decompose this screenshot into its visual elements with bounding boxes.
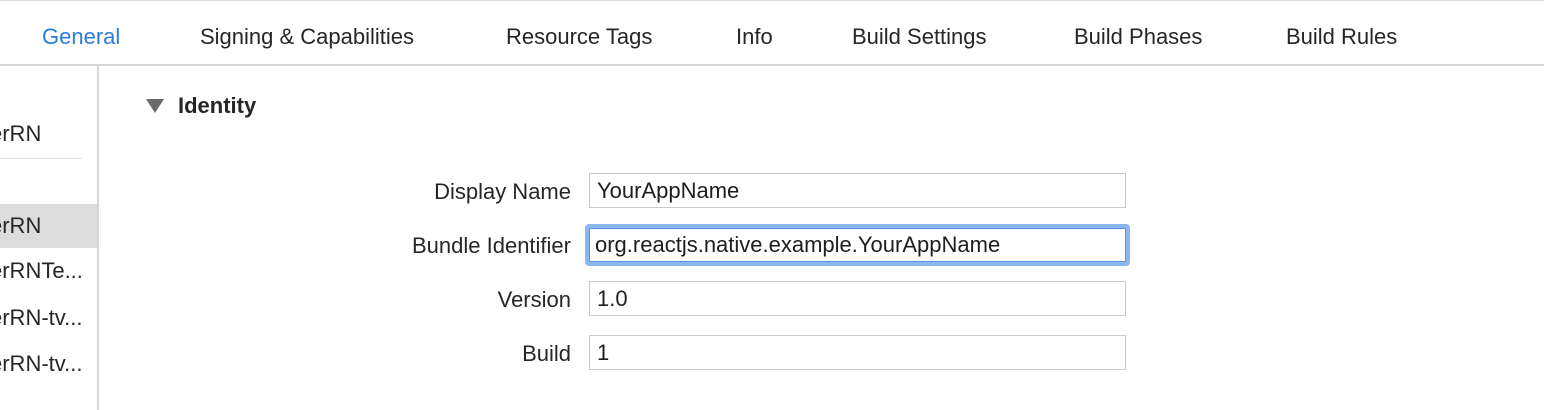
sidebar-item-label: erRN-tv... bbox=[0, 351, 83, 376]
editor-tab-bar: General Signing & Capabilities Resource … bbox=[0, 0, 1544, 66]
tab-build-settings[interactable]: Build Settings bbox=[852, 23, 987, 51]
sidebar-item-label: erRN bbox=[0, 121, 42, 146]
sidebar-target-item[interactable]: erRN bbox=[0, 204, 97, 248]
sidebar-target-item[interactable]: erRNTe... bbox=[0, 249, 97, 293]
display-name-label: Display Name bbox=[434, 179, 571, 204]
sidebar-item-label: erRNTe... bbox=[0, 258, 83, 283]
tab-build-phases[interactable]: Build Phases bbox=[1074, 23, 1202, 51]
bundle-identifier-field[interactable] bbox=[585, 224, 1130, 266]
sidebar-item-label: erRN-tv... bbox=[0, 305, 83, 330]
bundle-identifier-label: Bundle Identifier bbox=[412, 233, 571, 258]
sidebar-project-item[interactable]: erRN bbox=[0, 112, 97, 156]
version-field[interactable] bbox=[589, 281, 1126, 316]
sidebar-target-item[interactable]: erRN-tv... bbox=[0, 342, 97, 386]
sidebar-divider bbox=[0, 158, 82, 159]
tab-info[interactable]: Info bbox=[736, 23, 773, 51]
tab-build-rules[interactable]: Build Rules bbox=[1286, 23, 1397, 51]
xcode-target-editor: General Signing & Capabilities Resource … bbox=[0, 0, 1544, 410]
section-title-identity: Identity bbox=[178, 93, 257, 118]
version-label: Version bbox=[497, 287, 571, 312]
build-field[interactable] bbox=[589, 335, 1126, 370]
sidebar-item-label: erRN bbox=[0, 213, 42, 238]
disclosure-triangle-down-icon[interactable] bbox=[146, 99, 164, 113]
tab-general[interactable]: General bbox=[42, 23, 120, 51]
sidebar-target-item[interactable]: erRN-tv... bbox=[0, 296, 97, 340]
display-name-field[interactable] bbox=[589, 173, 1126, 208]
tab-resource-tags[interactable]: Resource Tags bbox=[506, 23, 652, 51]
targets-sidebar: erRN erRN erRNTe... erRN-tv... erRN-tv..… bbox=[0, 66, 99, 410]
build-label: Build bbox=[522, 341, 571, 366]
tab-signing-capabilities[interactable]: Signing & Capabilities bbox=[200, 23, 414, 51]
